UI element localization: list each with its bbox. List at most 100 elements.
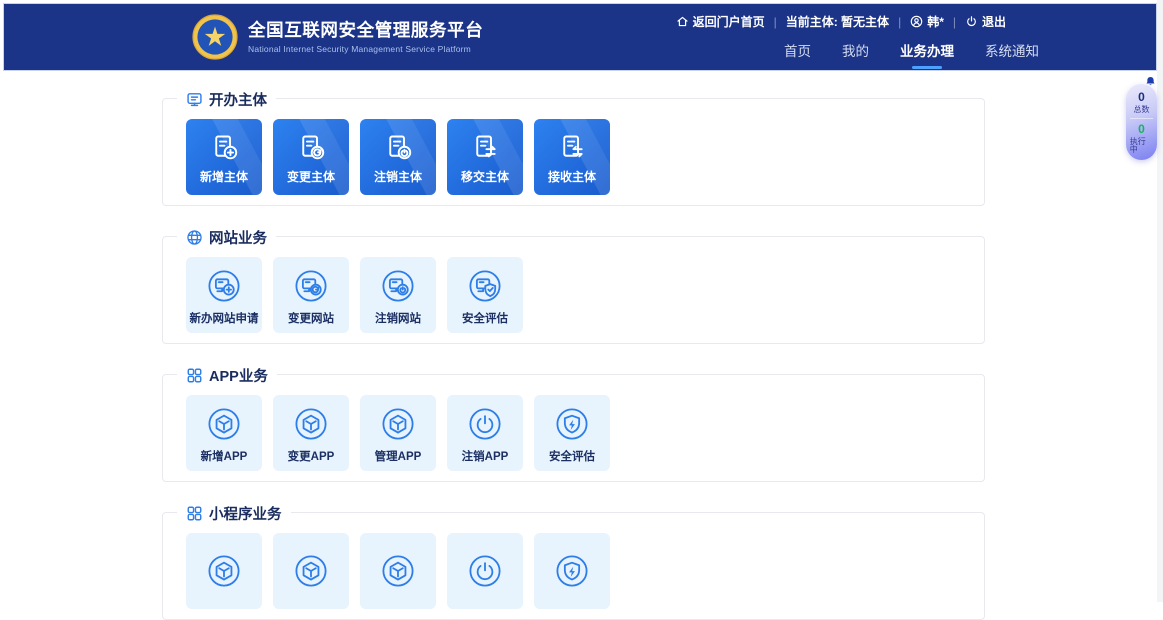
widget-total: 0 总数 bbox=[1130, 87, 1154, 118]
utility-return-portal[interactable]: 返回门户首页 bbox=[676, 13, 765, 30]
service-tile[interactable]: 安全评估 bbox=[447, 257, 523, 333]
utility-label: 返回门户首页 bbox=[693, 13, 765, 30]
tile-label: 注销APP bbox=[462, 452, 509, 464]
nav-tab-mine[interactable]: 我的 bbox=[842, 40, 869, 70]
utility-user[interactable]: 韩* bbox=[910, 13, 944, 30]
tile-label: 变更网站 bbox=[288, 314, 334, 326]
utility-current-subject: 当前主体: 暂无主体 bbox=[786, 13, 889, 30]
doc-transfer-icon bbox=[469, 131, 502, 164]
utility-bar: 返回门户首页 | 当前主体: 暂无主体 | 韩* | 退出 bbox=[676, 13, 1006, 30]
grid-icon bbox=[186, 505, 203, 522]
widget-running-label: 执行中 bbox=[1130, 138, 1154, 154]
service-tile[interactable]: 管理APP bbox=[360, 395, 436, 471]
section-title: APP业务 bbox=[209, 365, 268, 386]
service-tile[interactable] bbox=[360, 533, 436, 609]
tile-label: 移交主体 bbox=[461, 171, 509, 183]
cube-circle-icon bbox=[377, 403, 419, 445]
tile-label: 变更APP bbox=[288, 452, 335, 464]
doc-refresh-icon bbox=[295, 131, 328, 164]
utility-logout[interactable]: 退出 bbox=[965, 13, 1006, 30]
section-legend: 小程序业务 bbox=[177, 503, 291, 523]
section-legend: APP业务 bbox=[177, 365, 277, 385]
doc-power-icon bbox=[382, 131, 415, 164]
service-tile[interactable]: 新增APP bbox=[186, 395, 262, 471]
tile-row: 新办网站申请 变更网站 注销网站 安全评估 bbox=[186, 257, 523, 333]
scrollbar-track[interactable] bbox=[1157, 0, 1163, 602]
doc-plus-icon bbox=[208, 131, 241, 164]
shield-bolt-icon bbox=[551, 550, 593, 592]
service-tile[interactable]: 新增主体 bbox=[186, 119, 262, 195]
tile-row: 新增主体 变更主体 注销主体 移交主体 接收主体 bbox=[186, 119, 610, 195]
page-title: 全国互联网安全管理服务平台 bbox=[248, 20, 483, 41]
widget-total-label: 总数 bbox=[1133, 106, 1149, 114]
main-nav: 首页 我的 业务办理 系统通知 bbox=[784, 40, 1039, 70]
grid-icon bbox=[186, 367, 203, 384]
service-tile[interactable]: 注销APP bbox=[447, 395, 523, 471]
app-header: 全国互联网安全管理服务平台 National Internet Security… bbox=[3, 3, 1157, 71]
service-tile[interactable]: 变更主体 bbox=[273, 119, 349, 195]
police-emblem-icon bbox=[192, 14, 238, 60]
cube-circle-icon bbox=[203, 403, 245, 445]
tile-label: 管理APP bbox=[375, 452, 422, 464]
service-tile[interactable]: 变更APP bbox=[273, 395, 349, 471]
tile-label: 安全评估 bbox=[462, 314, 508, 326]
service-tile[interactable]: 变更网站 bbox=[273, 257, 349, 333]
brand: 全国互联网安全管理服务平台 National Internet Security… bbox=[192, 14, 483, 60]
nav-tab-notifications[interactable]: 系统通知 bbox=[985, 40, 1039, 70]
cube-circle-icon bbox=[290, 403, 332, 445]
widget-running-value: 0 bbox=[1138, 123, 1145, 135]
section-subject-setup: 开办主体新增主体变更主体注销主体移交主体接收主体 bbox=[162, 98, 985, 206]
service-tile[interactable]: 接收主体 bbox=[534, 119, 610, 195]
widget-running: 0 执行中 bbox=[1130, 118, 1154, 158]
monitor-icon bbox=[186, 91, 203, 108]
nav-tab-business[interactable]: 业务办理 bbox=[900, 40, 954, 70]
section-miniprogram-services: 小程序业务 bbox=[162, 512, 985, 620]
divider: | bbox=[774, 15, 777, 29]
tile-label: 新增APP bbox=[201, 452, 248, 464]
cube-circle-icon bbox=[377, 550, 419, 592]
user-icon bbox=[910, 15, 923, 28]
home-icon bbox=[676, 15, 689, 28]
utility-label: 退出 bbox=[982, 13, 1006, 30]
section-website-services: 网站业务新办网站申请变更网站注销网站安全评估 bbox=[162, 236, 985, 344]
tile-label: 新增主体 bbox=[200, 171, 248, 183]
section-title: 网站业务 bbox=[209, 227, 267, 248]
service-tile[interactable]: 安全评估 bbox=[534, 395, 610, 471]
tile-label: 注销主体 bbox=[374, 171, 422, 183]
tile-row: 新增APP 变更APP 管理APP 注销APP 安全评估 bbox=[186, 395, 610, 471]
brand-text: 全国互联网安全管理服务平台 National Internet Security… bbox=[248, 20, 483, 54]
service-tile[interactable] bbox=[273, 533, 349, 609]
service-tile[interactable] bbox=[534, 533, 610, 609]
doc-receive-icon bbox=[556, 131, 589, 164]
site-add-icon bbox=[203, 265, 245, 307]
shield-bolt-icon bbox=[551, 403, 593, 445]
globe-icon bbox=[186, 229, 203, 246]
task-counter-widget[interactable]: 0 总数 0 执行中 bbox=[1126, 84, 1157, 160]
power-circle-icon bbox=[464, 403, 506, 445]
nav-tab-home[interactable]: 首页 bbox=[784, 40, 811, 70]
cube-circle-icon bbox=[290, 550, 332, 592]
sections: 开办主体新增主体变更主体注销主体移交主体接收主体网站业务新办网站申请变更网站注销… bbox=[162, 98, 985, 620]
section-app-services: APP业务新增APP变更APP管理APP注销APP安全评估 bbox=[162, 374, 985, 482]
utility-label: 韩* bbox=[927, 13, 944, 30]
service-tile[interactable] bbox=[447, 533, 523, 609]
site-refresh-icon bbox=[290, 265, 332, 307]
tile-label: 安全评估 bbox=[549, 452, 595, 464]
service-tile[interactable]: 移交主体 bbox=[447, 119, 523, 195]
tile-label: 注销网站 bbox=[375, 314, 421, 326]
power-circle-icon bbox=[464, 550, 506, 592]
divider: | bbox=[953, 15, 956, 29]
service-tile[interactable]: 新办网站申请 bbox=[186, 257, 262, 333]
divider: | bbox=[898, 15, 901, 29]
site-shield-icon bbox=[464, 265, 506, 307]
service-tile[interactable]: 注销主体 bbox=[360, 119, 436, 195]
widget-total-value: 0 bbox=[1138, 91, 1145, 103]
page-subtitle: National Internet Security Management Se… bbox=[248, 44, 483, 54]
service-tile[interactable]: 注销网站 bbox=[360, 257, 436, 333]
utility-label: 当前主体: 暂无主体 bbox=[786, 13, 889, 30]
tile-label: 新办网站申请 bbox=[190, 314, 259, 326]
logout-power-icon bbox=[965, 15, 978, 28]
tile-label: 变更主体 bbox=[287, 171, 335, 183]
service-tile[interactable] bbox=[186, 533, 262, 609]
cube-circle-icon bbox=[203, 550, 245, 592]
